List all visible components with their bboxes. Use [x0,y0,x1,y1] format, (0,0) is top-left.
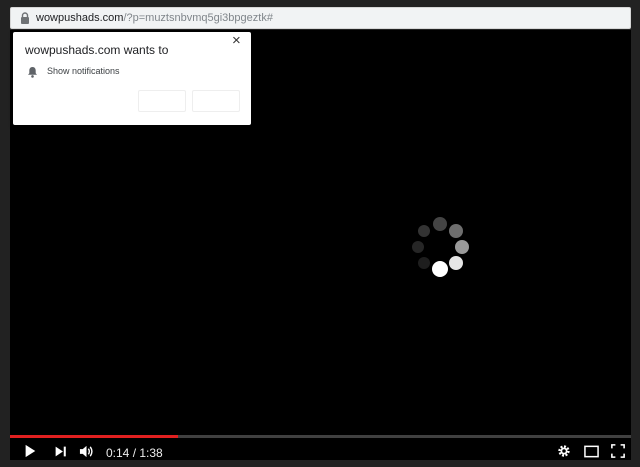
close-icon[interactable]: × [232,33,241,48]
notification-permission-prompt: wowpushads.com wants to × Show notificat… [13,32,251,125]
bell-icon [27,65,38,78]
permission-label: Show notifications [47,66,120,76]
player-controls: 0:14 / 1:38 [10,440,631,460]
settings-icon[interactable] [556,443,572,459]
prompt-title: wowpushads.com wants to [25,43,169,57]
url-path: /?p=muztsnbvmq5gi3bpgeztk# [123,12,273,24]
url-host: wowpushads.com [36,12,124,24]
address-bar[interactable]: wowpushads.com /?p=muztsnbvmq5gi3bpgeztk… [10,7,631,29]
lock-icon[interactable] [19,11,31,25]
progress-bar[interactable] [10,435,631,438]
block-button[interactable] [138,90,186,112]
loading-spinner-icon [412,217,469,277]
play-icon[interactable] [22,443,38,459]
volume-icon[interactable] [78,443,94,459]
fullscreen-icon[interactable] [610,443,626,459]
next-icon[interactable] [52,443,68,459]
progress-fill [10,435,178,438]
miniplayer-icon[interactable] [583,443,599,459]
allow-button[interactable] [192,90,240,112]
time-display: 0:14 / 1:38 [106,446,163,460]
